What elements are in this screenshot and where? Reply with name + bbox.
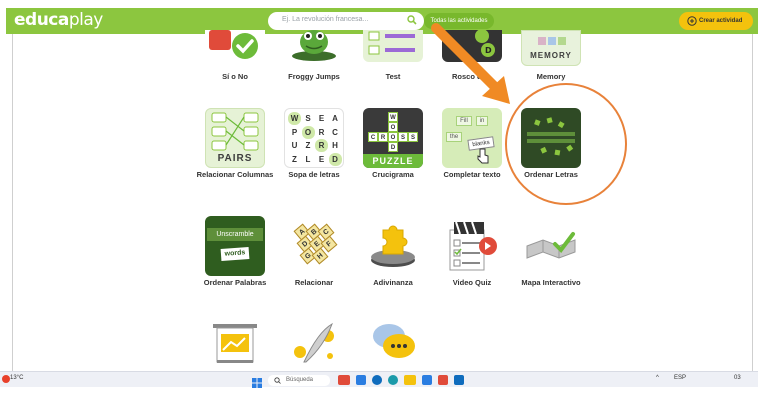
logo-thin-text: play (68, 10, 104, 30)
crossword-cell: W (388, 112, 398, 122)
pairs-icon (211, 112, 259, 151)
orange-arrow-icon (431, 23, 503, 95)
interactive-map-icon (526, 232, 576, 259)
frog-icon (292, 30, 336, 61)
feather-quill-icon (294, 322, 334, 363)
relacionar-blocks: ABCDEFGH (284, 216, 344, 276)
weather-temperature[interactable]: 13°C (10, 375, 23, 381)
taskbar-app-icon-1[interactable] (338, 375, 350, 385)
windows-taskbar: 13°C Búsqueda ^ ESP 03 (0, 371, 758, 388)
weather-icon[interactable] (2, 375, 10, 383)
wordsearch-cell: D (328, 152, 342, 166)
riddle-puzzle-icon (371, 225, 415, 267)
crossword-cell: C (368, 132, 378, 142)
puzzle-tile-text: PUZZLE (363, 154, 423, 168)
create-activity-icon (687, 16, 697, 26)
wordsearch-cell: R (318, 127, 325, 137)
search-icon[interactable] (407, 15, 417, 25)
crossword-cell: O (388, 122, 398, 132)
taskbar-app-icon-3[interactable] (372, 375, 382, 385)
taskbar-app-icon-5[interactable] (422, 375, 432, 385)
activity-label-relacionar-columnas: Relacionar Columnas (196, 170, 274, 179)
activity-tile-crucigrama[interactable]: WOCROSSD PUZZLE (363, 108, 423, 168)
wordsearch-cell: O (301, 125, 315, 139)
taskbar-app-icon-4[interactable] (388, 375, 398, 385)
educaplay-logo[interactable]: educaplay (14, 10, 103, 30)
orange-circle-highlight (505, 83, 627, 205)
activity-tile-froggy-jumps[interactable] (284, 30, 344, 62)
taskbar-app-icon-2[interactable] (356, 375, 366, 385)
wordsearch-cell: W (288, 112, 301, 125)
tray-clock[interactable]: 03 (734, 375, 741, 381)
taskbar-app-icon-6[interactable] (438, 375, 448, 385)
crossword-cell: R (378, 132, 388, 142)
test-icon (368, 31, 415, 55)
wordsearch-cell: L (305, 154, 311, 164)
activity-tile-dialogo[interactable] (363, 318, 423, 370)
si-o-no-icon (205, 30, 265, 62)
activity-tile-relacionar-columnas[interactable]: PAIRS (205, 108, 265, 168)
activity-tile-si-o-no[interactable] (205, 30, 265, 62)
pairs-tile-text: PAIRS (217, 153, 253, 164)
activity-label-sopa-de-letras: Sopa de letras (288, 170, 340, 179)
wordsearch-cell: R (315, 139, 328, 152)
right-border-line (752, 34, 753, 371)
taskbar-app-icon-7[interactable] (454, 375, 464, 385)
wordsearch-cell: A (332, 114, 338, 123)
wordsearch-cell: Z (292, 154, 297, 164)
activity-tile-video-quiz[interactable] (442, 216, 502, 276)
crossword-cell: S (408, 132, 418, 142)
activity-label-ordenar-palabras: Ordenar Palabras (203, 278, 267, 287)
wordsearch-cell: E (318, 154, 325, 164)
create-activity-label: Crear actividad (699, 18, 743, 24)
activity-tile-test[interactable] (363, 30, 423, 62)
activity-label-video-quiz: Video Quiz (452, 278, 492, 287)
left-border-line (12, 34, 13, 371)
activity-tile-lluvia-de-ideas[interactable] (284, 318, 344, 370)
unscramble-tile-text: Unscramble (207, 228, 263, 241)
windows-start-icon[interactable] (252, 375, 262, 388)
crossword-cell: O (388, 132, 398, 142)
activity-tile-mapa-interactivo[interactable] (521, 216, 581, 276)
tray-chevron-icon[interactable]: ^ (656, 375, 659, 381)
activity-tile-sopa-de-letras[interactable]: WSEAPORCUZRHZLED (284, 108, 344, 168)
wordsearch-cell: E (318, 114, 325, 123)
wordsearch-cell: U (291, 141, 298, 150)
wordsearch-cell: H (332, 141, 338, 150)
logo-bold-text: educa (14, 10, 69, 30)
search-placeholder: Ej. La revolución francesa... (282, 16, 369, 23)
activity-tile-adivinanza[interactable] (363, 216, 423, 276)
speech-bubble-icon (373, 324, 415, 358)
search-input[interactable]: Ej. La revolución francesa... (268, 12, 424, 30)
crossword-cell: D (388, 142, 398, 152)
tray-language[interactable]: ESP (674, 375, 686, 381)
wordsearch-cell: P (291, 127, 298, 137)
taskbar-file-explorer-icon[interactable] (404, 375, 416, 385)
activity-tile-ordenar-palabras[interactable]: Unscramble words (205, 216, 265, 276)
presentation-board-icon (213, 324, 257, 363)
taskbar-search-label: Búsqueda (286, 377, 314, 383)
crossword-grid: WOCROSSD (363, 108, 423, 154)
browser-frame: educaplay Ej. La revolución francesa... … (0, 0, 758, 388)
taskbar-search-icon (274, 377, 281, 384)
taskbar-search[interactable]: Búsqueda (268, 375, 330, 386)
words-tile-text: words (220, 247, 250, 261)
wordsearch-cell: Z (305, 141, 311, 150)
wordsearch-cell: C (332, 127, 338, 137)
wordsearch-cell: S (305, 114, 311, 123)
video-quiz-icon (449, 221, 497, 271)
activity-tile-relacionar[interactable]: ABCDEFGH (284, 216, 344, 276)
wordsearch-grid: WSEAPORCUZRHZLED (288, 112, 342, 166)
activity-label-relacionar: Relacionar (294, 278, 334, 287)
crossword-cell: S (398, 132, 408, 142)
activity-label-mapa-interactivo: Mapa Interactivo (521, 278, 581, 287)
activity-label-adivinanza: Adivinanza (373, 278, 413, 287)
activity-label-si-o-no: Sí o No (222, 72, 248, 81)
highlight-annotation (431, 23, 627, 205)
create-activity-button[interactable]: Crear actividad (679, 12, 753, 30)
activity-label-froggy-jumps: Froggy Jumps (288, 72, 340, 81)
activity-tile-presentacion[interactable] (205, 318, 265, 370)
